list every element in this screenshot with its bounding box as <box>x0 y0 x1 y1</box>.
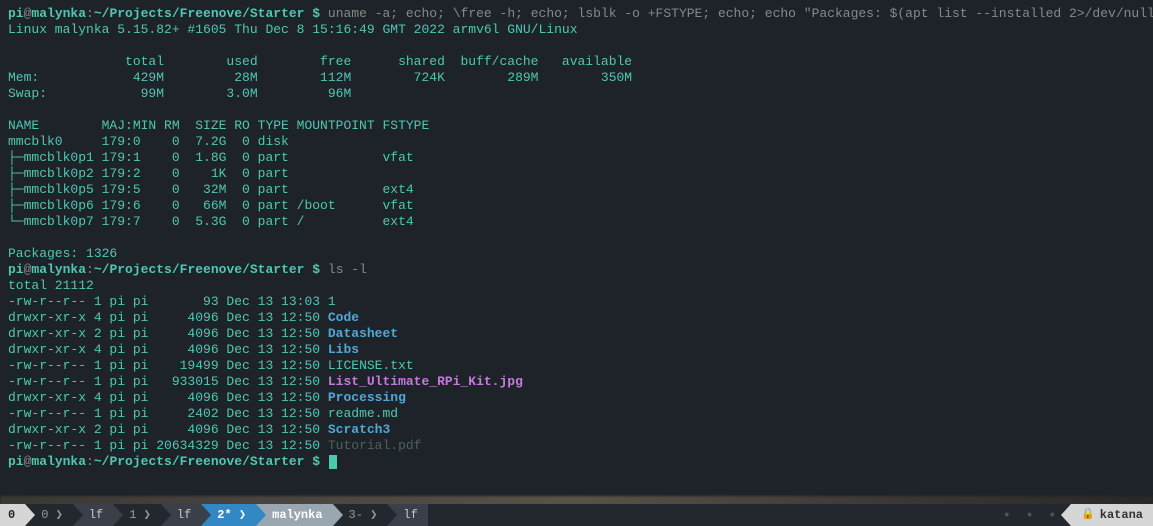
terminal-output[interactable]: pi@malynka:~/Projects/Freenove/Starter $… <box>0 0 1153 496</box>
status-window-2-name-active[interactable]: malynka <box>256 504 332 526</box>
tmux-status-bar[interactable]: 0 0 ❯ lf 1 ❯ lf 2* ❯ malynka 3- ❯ lf ● ●… <box>0 504 1153 526</box>
status-right-hostname: 🔒 katana <box>1071 504 1153 526</box>
cursor <box>329 455 337 469</box>
hostname-label: katana <box>1100 507 1143 523</box>
lock-icon: 🔒 <box>1081 507 1095 523</box>
status-spacer: ● ● ● <box>428 507 1071 523</box>
status-session-index[interactable]: 0 <box>0 504 25 526</box>
